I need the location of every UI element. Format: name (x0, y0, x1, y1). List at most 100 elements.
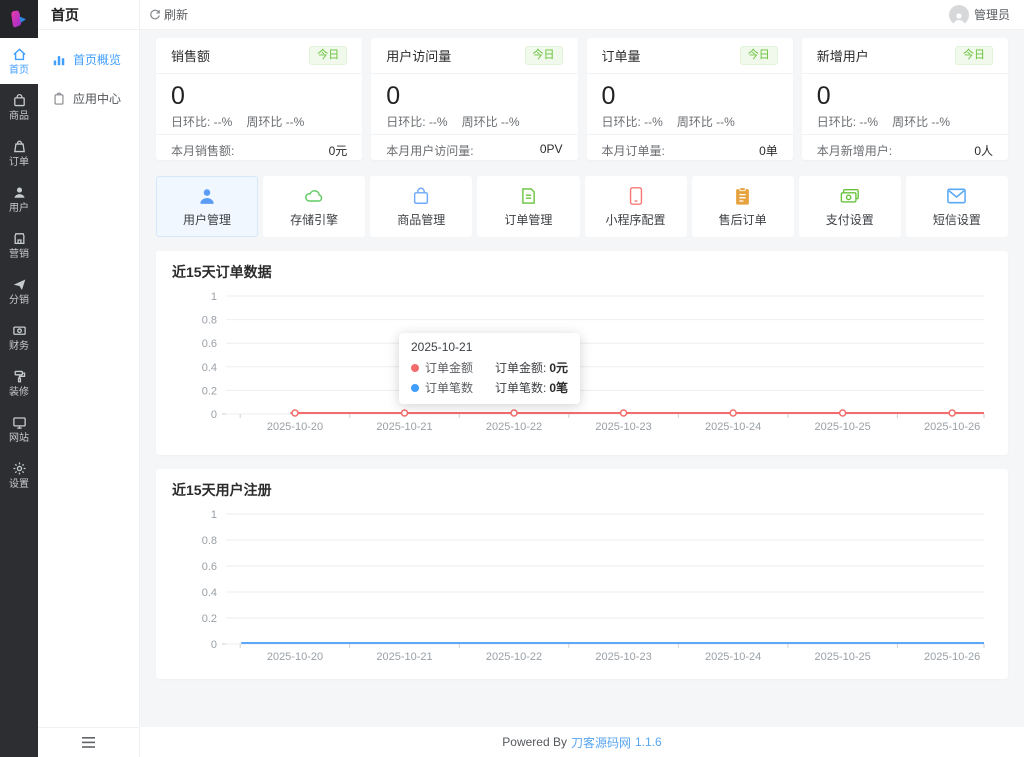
stat-title: 用户访问量 (386, 49, 452, 64)
sidebar-item-finance[interactable]: 财务 (0, 314, 38, 360)
quick-action-payment-settings[interactable]: 支付设置 (798, 176, 901, 237)
stat-footer-label: 本月订单量: (601, 144, 665, 158)
svg-text:1: 1 (211, 509, 217, 521)
stat-footer-value: 0元 (328, 144, 348, 158)
home-icon (12, 48, 26, 61)
svg-text:2025-10-24: 2025-10-24 (705, 421, 761, 433)
svg-text:2025-10-20: 2025-10-20 (267, 421, 323, 433)
svg-text:2025-10-26: 2025-10-26 (924, 421, 980, 433)
sidebar-collapse-button[interactable] (38, 727, 139, 757)
chart-title: 近15天订单数据 (172, 264, 272, 280)
stat-value: 0 (171, 82, 185, 110)
stat-title: 订单量 (601, 49, 641, 64)
today-badge: 今日 (739, 46, 778, 65)
marketing-icon (13, 233, 25, 245)
svg-text:0: 0 (211, 409, 217, 421)
sidebar-item-decorate[interactable]: 装修 (0, 360, 38, 406)
aftersale-clipboard-icon (736, 186, 750, 205)
series-dot-red (411, 363, 419, 372)
week-ratio: 周环比 --% (461, 115, 520, 129)
order-icon (13, 140, 25, 153)
stat-footer-label: 本月用户访问量: (386, 144, 474, 158)
sidebar-item-order[interactable]: 订单 (0, 130, 38, 176)
sms-mail-icon (947, 188, 967, 203)
stat-card-visits: 用户访问量 今日 0 日环比: --% 周环比 --% 本月用户访问量: 0PV (371, 38, 578, 160)
stat-footer-value: 0人 (974, 144, 993, 158)
sidebar-item-home[interactable]: 首页 (0, 38, 38, 84)
app-logo[interactable] (0, 0, 38, 38)
distribution-icon (13, 279, 25, 290)
sidebar-item-label: 设置 (9, 479, 29, 490)
week-ratio: 周环比 --% (676, 115, 735, 129)
page-footer: Powered By 刀客源码网 1.1.6 (140, 727, 1024, 757)
decorate-icon (14, 370, 25, 383)
main-column: 刷新 管理员 销售额 今日 0 日环比: --% 周环比 --% 本月销售额: … (140, 0, 1024, 757)
week-ratio: 周环比 --% (246, 115, 305, 129)
quick-action-sms-settings[interactable]: 短信设置 (905, 176, 1008, 237)
sidebar-item-settings[interactable]: 设置 (0, 452, 38, 498)
submenu-item-app-center[interactable]: 应用中心 (38, 79, 139, 118)
tooltip-value: 0元 (549, 361, 569, 375)
sidebar-item-marketing[interactable]: 营销 (0, 222, 38, 268)
secondary-sidebar: 首页 首页概览 应用中心 (38, 0, 140, 757)
sidebar-item-user[interactable]: 用户 (0, 176, 38, 222)
sidebar-item-label: 分销 (9, 295, 29, 306)
quick-action-goods-manage[interactable]: 商品管理 (370, 176, 473, 237)
app-center-icon (54, 92, 64, 105)
register-line-chart[interactable]: 0 0.2 0.4 0.6 0.8 1 2025-10-20 2025-10-21 2025-1… (172, 504, 990, 672)
tooltip-value-label: 订单金额: (495, 361, 547, 375)
svg-text:2025-10-21: 2025-10-21 (376, 651, 432, 663)
bar-chart-icon (53, 55, 65, 65)
quick-action-label: 存储引擎 (290, 212, 339, 227)
stat-title: 销售额 (171, 49, 211, 64)
svg-text:0.6: 0.6 (202, 561, 217, 573)
submenu-item-label: 首页概览 (73, 53, 122, 67)
user-menu[interactable]: 管理员 (948, 4, 1010, 25)
quick-action-label: 短信设置 (932, 212, 981, 227)
sidebar-item-label: 用户 (9, 203, 29, 214)
hamburger-icon (82, 737, 95, 748)
sidebar-item-label: 商品 (9, 111, 29, 122)
quick-action-user-manage[interactable]: 用户管理 (156, 176, 259, 237)
quick-action-order-manage[interactable]: 订单管理 (477, 176, 580, 237)
svg-text:0.8: 0.8 (202, 315, 217, 327)
sidebar-item-label: 网站 (9, 433, 29, 444)
sidebar-item-website[interactable]: 网站 (0, 406, 38, 452)
today-badge: 今日 (524, 46, 563, 65)
sidebar-item-distribution[interactable]: 分销 (0, 268, 38, 314)
goods-icon (13, 93, 25, 107)
submenu-item-overview[interactable]: 首页概览 (38, 40, 139, 79)
website-icon (12, 417, 26, 429)
miniapp-phone-icon (629, 186, 642, 205)
sidebar-item-goods[interactable]: 商品 (0, 84, 38, 130)
quick-action-miniapp-config[interactable]: 小程序配置 (584, 176, 687, 237)
finance-icon (12, 326, 26, 335)
day-ratio: 日环比: --% (816, 115, 879, 129)
quick-action-label: 小程序配置 (605, 212, 666, 227)
stat-footer-label: 本月新增用户: (816, 144, 893, 158)
order-chart-card: 近15天订单数据 0 0.2 0.4 0.6 0.8 1 2025-10-20 2025-10… (156, 251, 1008, 455)
refresh-button[interactable]: 刷新 (149, 6, 188, 23)
quick-action-label: 订单管理 (504, 212, 553, 227)
stats-row: 销售额 今日 0 日环比: --% 周环比 --% 本月销售额: 0元 用户访问量 今日… (156, 38, 1008, 160)
brand-link[interactable]: 刀客源码网 (571, 734, 631, 751)
stat-card-orders: 订单量 今日 0 日环比: --% 周环比 --% 本月订单量: 0单 (586, 38, 793, 160)
quick-action-aftersale-orders[interactable]: 售后订单 (691, 176, 794, 237)
stat-value: 0 (816, 82, 831, 110)
svg-text:2025-10-23: 2025-10-23 (595, 651, 651, 663)
version-link[interactable]: 1.1.6 (635, 735, 662, 749)
goods-bag-icon (414, 187, 429, 204)
svg-text:2025-10-20: 2025-10-20 (267, 651, 323, 663)
svg-text:0.4: 0.4 (202, 362, 217, 374)
svg-text:2025-10-21: 2025-10-21 (376, 421, 432, 433)
app-root: 首页 商品 订单 用户 营销 分销 财务 装修 网站 设置 首页 首页概览 应用… (0, 0, 1024, 757)
day-ratio: 日环比: --% (386, 115, 448, 129)
quick-action-storage-engine[interactable]: 存储引擎 (263, 176, 366, 237)
series-name: 订单笔数 (425, 381, 474, 395)
order-line-chart[interactable]: 00.20.40.60.812025-10-20 2025-10-21 2025-1… (172, 286, 990, 446)
settings-icon (13, 462, 25, 475)
series-name: 订单金额 (425, 361, 474, 375)
stat-card-sales: 销售额 今日 0 日环比: --% 周环比 --% 本月销售额: 0元 (156, 38, 363, 160)
quick-action-label: 售后订单 (718, 212, 767, 227)
avatar-person-icon (953, 12, 965, 25)
